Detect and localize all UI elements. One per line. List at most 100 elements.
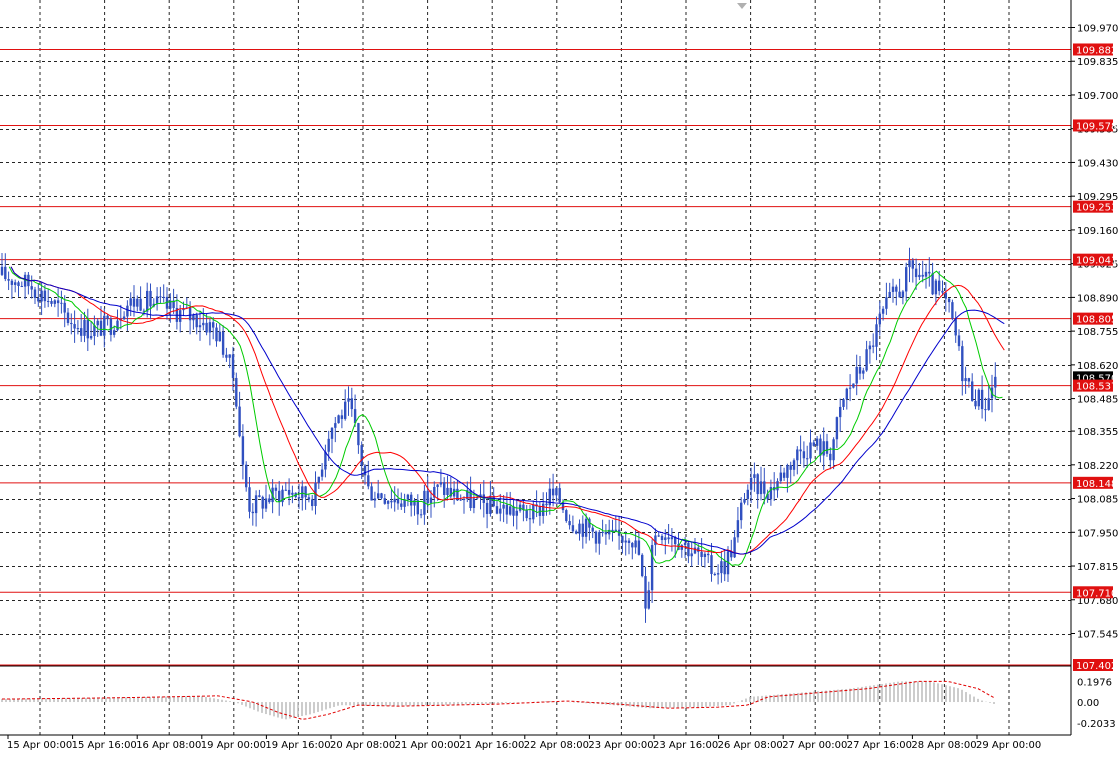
candle-body [429,497,433,504]
candle-body [76,328,80,330]
price-tick-label: 107.815 [1077,562,1118,573]
candle-body [921,274,924,277]
candle-body [631,542,634,548]
candle-body [515,510,518,516]
candle-body [502,504,505,509]
candle-body [215,327,218,342]
candle-body [819,438,822,456]
time-label: 27 Apr 00:00 [782,740,847,751]
candle-body [132,298,136,307]
time-label: 28 Apr 08:00 [911,740,976,751]
candle-body [974,400,977,407]
candle-body [241,436,245,465]
candle-body [370,486,373,501]
candle-body [301,486,304,499]
candle-body [868,345,872,350]
candle-body [746,489,749,499]
candle-body [228,354,231,358]
candle-body [159,296,162,298]
candle-body [740,502,743,521]
candle-body [14,282,17,285]
candle-body [782,472,786,478]
time-label: 20 Apr 08:00 [330,740,395,751]
candle-body [106,315,109,319]
candle-body [436,484,439,487]
candle-body [284,489,287,491]
candle-body [683,542,687,546]
candle-body [235,377,238,407]
candle-body [443,482,446,496]
candle-body [17,282,20,287]
candle-body [796,449,799,461]
price-chart[interactable]: 109.970109.835109.700109.565109.430109.2… [0,0,1120,758]
candle-body [872,345,875,347]
candle-body [47,301,50,303]
candle-body [459,499,462,501]
candle-body [221,331,225,355]
candle-body [621,535,624,543]
candle-body [858,367,862,374]
candle-body [357,423,360,446]
candle-body [680,545,683,550]
price-tick-label: 109.160 [1077,226,1118,237]
candle-body [971,381,974,401]
candle-body [835,417,839,440]
candle-body [297,497,301,499]
candle-body [542,503,545,516]
chart-background [0,0,1120,758]
candle-body [86,319,89,339]
candle-body [749,477,753,490]
candle-body [419,514,423,516]
candle-body [383,498,386,504]
candle-body [446,487,449,496]
candle-body [928,271,931,274]
candle-body [756,474,759,495]
candle-body [129,298,132,306]
candle-body [56,300,60,304]
time-label: 19 Apr 00:00 [201,740,266,751]
candle-body [641,554,644,577]
candle-body [812,442,815,446]
time-label: 16 Apr 08:00 [136,740,201,751]
candle-body [426,490,429,504]
candle-body [779,472,782,482]
candle-body [664,537,667,541]
candle-body [759,481,763,495]
candle-body [901,291,905,298]
candle-body [393,498,396,503]
candle-body [218,331,221,342]
candle-body [799,449,802,452]
candle-body [891,286,895,292]
price-tick-label: 108.485 [1077,395,1118,406]
candle-body [987,398,990,410]
candle-body [862,370,865,374]
candle-body [287,489,291,495]
candle-body [396,498,400,504]
candle-body [865,349,868,371]
candle-body [10,280,14,285]
candle-body [330,427,334,439]
candle-body [334,423,337,428]
candle-body [825,441,829,454]
candle-body [905,267,908,292]
candle-body [416,500,419,515]
candle-body [238,406,241,437]
candle-body [248,487,251,512]
candle-body [707,553,710,556]
candle-body [980,389,984,410]
osc-tick-label: 0.00 [1077,698,1099,709]
candle-body [225,354,228,358]
candle-body [957,335,961,347]
time-label: 23 Apr 16:00 [653,740,718,751]
candle-body [258,495,261,497]
time-label: 15 Apr 16:00 [72,740,137,751]
osc-tick-label: -0.2033 [1077,719,1116,730]
candle-body [947,298,951,303]
candle-body [126,305,129,317]
price-tick-label: 108.890 [1077,293,1118,304]
price-tick-label: 109.430 [1077,158,1118,169]
candle-body [377,493,380,499]
candle-body [654,535,657,546]
candle-body [60,302,63,304]
candle-body [938,280,941,291]
